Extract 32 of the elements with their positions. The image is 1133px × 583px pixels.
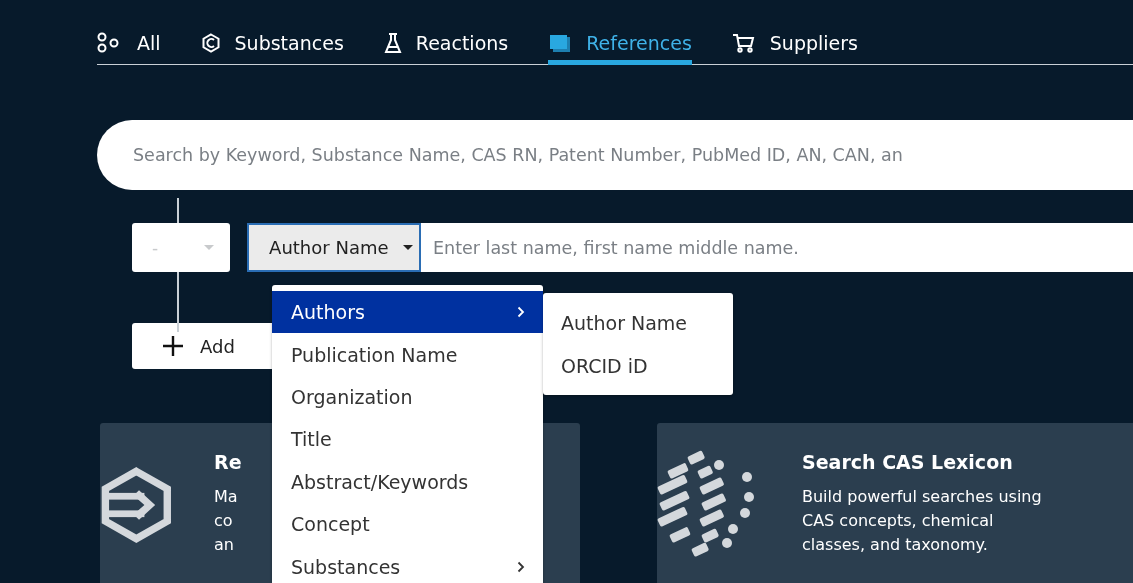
card-title: Re: [214, 451, 242, 473]
hexagon-icon: [200, 33, 221, 53]
card-text: co: [214, 510, 234, 532]
card-text: Ma: [214, 486, 239, 508]
nav-tab[interactable]: All: [97, 28, 161, 65]
caret-icon: [402, 245, 413, 250]
search-field[interactable]: Search by Keyword, Substance Name, CAS RN, Patent Number, PubMed ID, AN, CAN, an: [97, 120, 1133, 190]
menu-item[interactable]: Authors: [272, 291, 543, 334]
caret-icon: [204, 245, 215, 250]
field-dropdown[interactable]: Author Name: [247, 223, 421, 272]
flask-icon: [383, 32, 402, 54]
nav-tab[interactable]: Suppliers: [731, 28, 858, 65]
input-field[interactable]: Enter last name, first name middle name.: [421, 223, 1133, 272]
card-text: an: [214, 534, 235, 556]
menu-item[interactable]: Title: [272, 418, 543, 461]
plus-icon: [162, 335, 184, 357]
menu-item[interactable]: Abstract/Keywords: [272, 460, 543, 503]
card-text: Build powerful searches using: [802, 486, 1042, 508]
cart-icon: [731, 32, 756, 54]
nav-tab[interactable]: References: [548, 28, 692, 65]
card-text: CAS concepts, chemical: [802, 510, 995, 532]
nav-tab[interactable]: Substances: [200, 28, 344, 65]
card-text: classes, and taxonomy.: [802, 534, 989, 556]
menu-item[interactable]: Author Name: [543, 301, 733, 344]
book-icon: [548, 32, 573, 54]
menu-item[interactable]: Publication Name: [272, 333, 543, 376]
menu-item[interactable]: Organization: [272, 375, 543, 419]
menu-item[interactable]: Concept: [272, 502, 543, 546]
menu-item[interactable]: Substances: [272, 545, 543, 583]
menu-item[interactable]: ORCID iD: [543, 344, 733, 387]
card-title: Search CAS Lexicon: [802, 451, 1014, 473]
nav-tab[interactable]: Reactions: [383, 28, 509, 65]
